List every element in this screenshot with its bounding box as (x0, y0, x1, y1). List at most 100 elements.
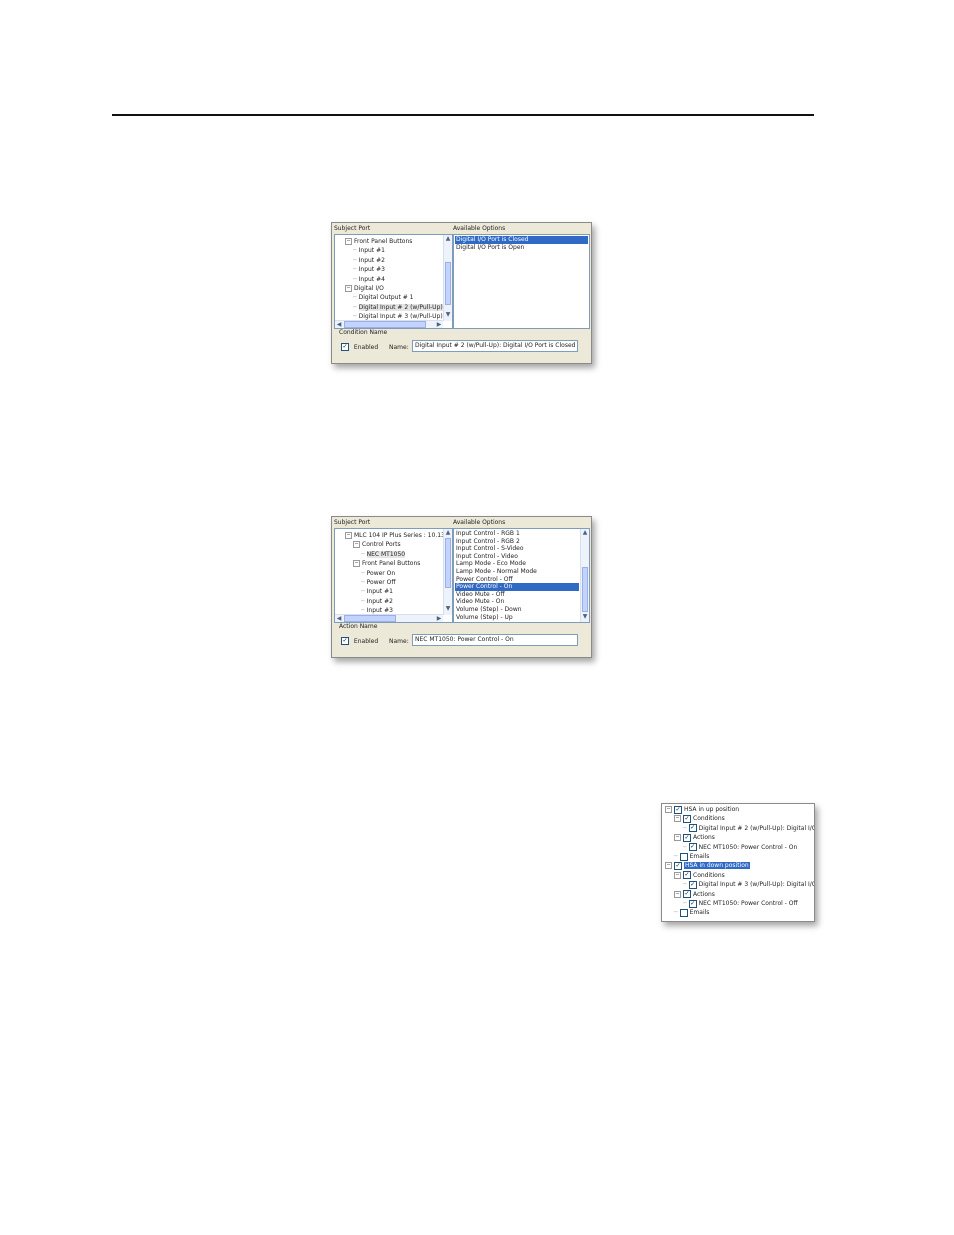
vertical-scrollbar[interactable]: ▲ ▼ (443, 529, 452, 615)
condition-name-section: Condition Name (339, 329, 388, 336)
action-name-field[interactable]: NEC MT1050: Power Control - On (412, 634, 578, 646)
tree-checkbox-icon[interactable] (683, 833, 691, 842)
event-tree-item[interactable]: − Actions (674, 833, 715, 842)
collapse-icon[interactable]: − (353, 560, 360, 568)
vertical-scrollbar[interactable]: ▲ ▼ (580, 529, 589, 622)
collapse-icon[interactable]: − (345, 532, 352, 539)
tree-checkbox-icon[interactable] (674, 861, 682, 870)
condition-name-field[interactable]: Digital Input # 2 (w/Pull-Up): Digital I… (412, 340, 578, 352)
tree-checkbox-icon[interactable] (688, 880, 697, 889)
scroll-left-icon[interactable]: ◀ (335, 321, 343, 328)
event-tree-label: NEC MT1050: Power Control - On (698, 843, 798, 851)
tree-checkbox-icon[interactable] (679, 908, 688, 917)
tree-item[interactable]: ─ Power On (361, 569, 395, 578)
option-item[interactable]: Lamp Mode - Eco Mode (455, 560, 579, 568)
tree-item[interactable]: ─ Input #2 (361, 597, 393, 606)
available-options-list[interactable]: Input Control - RGB 1 Input Control - RGB… (453, 528, 590, 623)
enabled-check-icon[interactable] (341, 637, 349, 645)
tree-item[interactable]: ─ Input #3 (353, 265, 385, 274)
event-tree-item[interactable]: − Conditions (674, 814, 725, 823)
scroll-up-icon[interactable]: ▲ (581, 529, 589, 537)
collapse-icon[interactable]: − (674, 890, 681, 898)
tree-checkbox-icon[interactable] (683, 814, 691, 823)
option-item[interactable]: Video Mute - On (455, 598, 579, 606)
event-tree[interactable]: −HSA in up position−Conditions─Digital I… (661, 803, 815, 922)
tree-checkbox-icon[interactable] (688, 899, 697, 908)
scroll-thumb[interactable] (445, 538, 451, 588)
tree-checkbox-icon[interactable] (674, 805, 682, 814)
scroll-thumb[interactable] (582, 567, 588, 612)
event-tree-item[interactable]: ─ NEC MT1050: Power Control - On (683, 843, 797, 852)
enabled-checkbox[interactable]: Enabled (341, 637, 378, 645)
event-tree-item[interactable]: ─ Digital Input # 2 (w/Pull-Up): Digital … (683, 824, 814, 833)
scroll-right-icon[interactable]: ▶ (435, 615, 443, 622)
option-item[interactable]: Input Control - RGB 2 (455, 538, 579, 546)
event-tree-item[interactable]: − HSA in down position (665, 861, 750, 870)
event-tree-item[interactable]: − HSA in up position (665, 805, 739, 814)
option-item[interactable]: Input Control - RGB 1 (455, 530, 579, 538)
tree-item[interactable]: ─ Digital Output # 1 (353, 293, 414, 302)
collapse-icon[interactable]: − (674, 815, 681, 823)
tree-item[interactable]: ─ Power Off (361, 578, 396, 587)
tree-item[interactable]: ─ Digital Input # 2 (w/Pull-Up) (353, 303, 443, 312)
tree-connector-icon: ─ (683, 881, 687, 889)
tree-checkbox-icon[interactable] (683, 871, 691, 880)
scroll-thumb[interactable] (445, 262, 451, 305)
scroll-down-icon[interactable]: ▼ (581, 613, 589, 621)
tree-item[interactable]: − MLC 104 IP Plus Series : 10.13.1 (345, 531, 451, 540)
enabled-checkbox[interactable]: Enabled (341, 343, 378, 351)
event-tree-item[interactable]: − Conditions (674, 871, 725, 880)
option-item[interactable]: Input Control - S-Video (455, 545, 579, 553)
option-item[interactable]: Volume (Step) - Up (455, 614, 579, 622)
option-item[interactable]: Volume (Step) - Down (455, 606, 579, 614)
tree-checkbox-icon[interactable] (683, 890, 691, 899)
option-item[interactable]: Power Control - On (455, 583, 579, 591)
available-options-list[interactable]: Digital I/O Port is Closed Digital I/O Po… (453, 234, 590, 329)
event-tree-item[interactable]: ─ NEC MT1050: Power Control - Off (683, 899, 798, 908)
scroll-thumb[interactable] (344, 615, 396, 622)
tree-item[interactable]: − Front Panel Buttons (345, 237, 412, 246)
enabled-check-icon[interactable] (341, 343, 349, 351)
vertical-scrollbar[interactable]: ▲ ▼ (443, 235, 452, 321)
tree-item[interactable]: ─ Input #1 (361, 587, 393, 596)
tree-checkbox-icon[interactable] (688, 843, 697, 852)
tree-item[interactable]: − Control Ports (353, 540, 401, 549)
collapse-icon[interactable]: − (665, 862, 672, 870)
option-item[interactable]: Video Mute - Off (455, 591, 579, 599)
scroll-left-icon[interactable]: ◀ (335, 615, 343, 622)
enabled-label: Enabled (353, 343, 379, 351)
collapse-icon[interactable]: − (674, 871, 681, 879)
tree-checkbox-icon[interactable] (688, 824, 697, 833)
scroll-down-icon[interactable]: ▼ (444, 605, 452, 613)
option-item[interactable]: Digital I/O Port is Open (455, 244, 588, 252)
option-item[interactable]: Lamp Mode - Normal Mode (455, 568, 579, 576)
collapse-icon[interactable]: − (353, 541, 360, 549)
horizontal-scrollbar[interactable]: ◀ ▶ (335, 614, 443, 622)
collapse-icon[interactable]: − (345, 238, 352, 245)
tree-item[interactable]: ─ Input #1 (353, 246, 385, 255)
tree-item[interactable]: − Digital I/O (345, 284, 384, 293)
collapse-icon[interactable]: − (674, 834, 681, 842)
scroll-down-icon[interactable]: ▼ (444, 311, 452, 319)
option-item[interactable]: Digital I/O Port is Closed (455, 236, 588, 244)
scroll-up-icon[interactable]: ▲ (444, 235, 452, 243)
scroll-up-icon[interactable]: ▲ (444, 529, 452, 537)
event-tree-item[interactable]: ─ Emails (674, 908, 709, 917)
tree-item[interactable]: − Front Panel Buttons (353, 559, 420, 568)
option-item[interactable]: Input Control - Video (455, 553, 579, 561)
tree-checkbox-icon[interactable] (679, 852, 688, 861)
subject-port-tree[interactable]: − Front Panel Buttons ─ Input #1 ─ Input #2 ─ I… (334, 234, 453, 329)
tree-item[interactable]: ─ Input #4 (353, 275, 385, 284)
option-item[interactable]: Power Control - Off (455, 576, 579, 584)
tree-item[interactable]: ─ NEC MT1050 (361, 550, 406, 559)
collapse-icon[interactable]: − (665, 806, 672, 813)
collapse-icon[interactable]: − (345, 285, 352, 292)
event-tree-item[interactable]: ─ Emails (674, 852, 709, 861)
scroll-right-icon[interactable]: ▶ (435, 321, 443, 328)
subject-port-tree[interactable]: − MLC 104 IP Plus Series : 10.13.1− Contro… (334, 528, 453, 623)
tree-item[interactable]: ─ Input #2 (353, 256, 385, 265)
scroll-thumb[interactable] (344, 321, 426, 328)
event-tree-item[interactable]: ─ Digital Input # 3 (w/Pull-Up): Digital … (683, 880, 814, 889)
event-tree-item[interactable]: − Actions (674, 890, 715, 899)
horizontal-scrollbar[interactable]: ◀ ▶ (335, 320, 443, 328)
